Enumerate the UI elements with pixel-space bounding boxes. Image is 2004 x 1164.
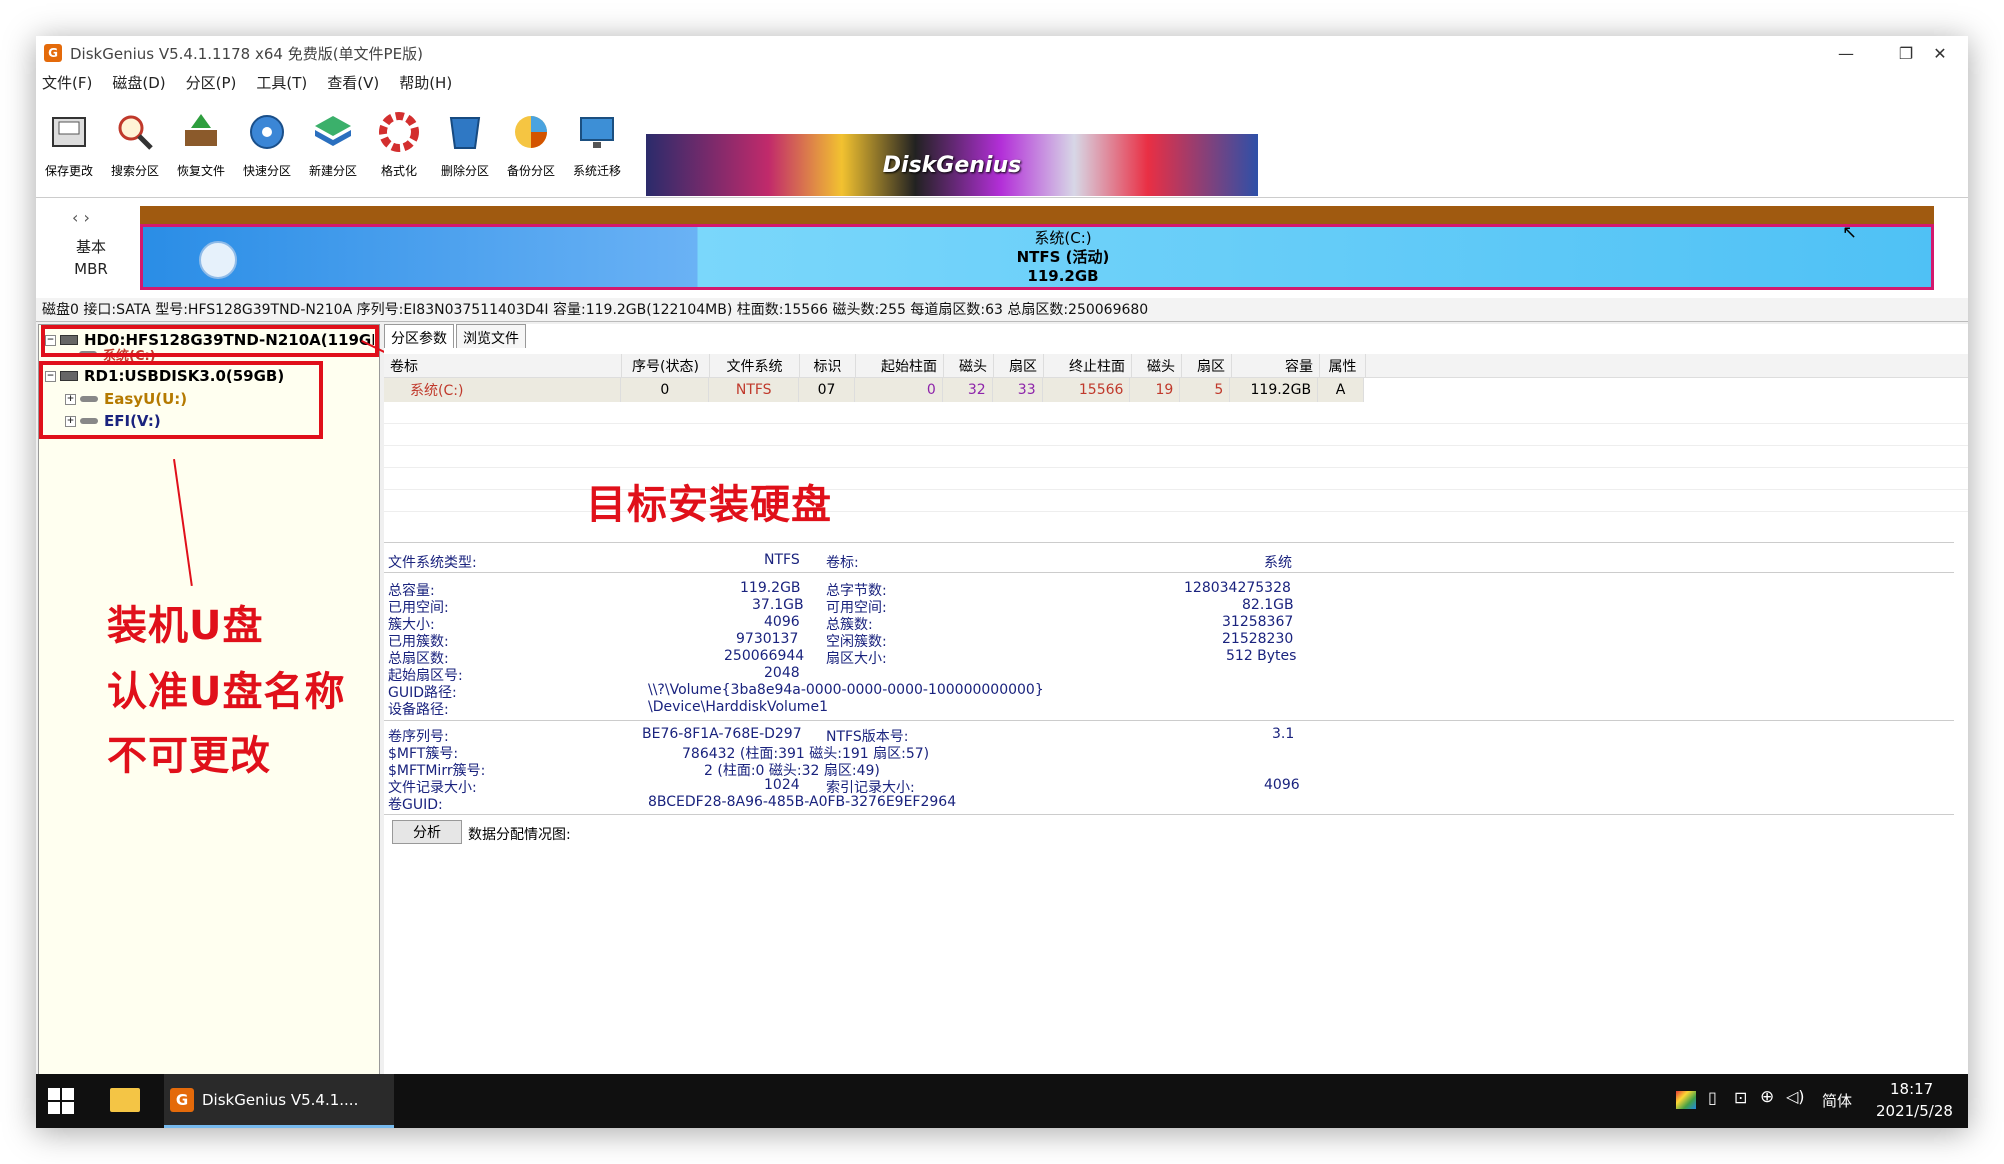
analyze-button[interactable]: 分析 xyxy=(392,820,462,844)
menu-bar: 文件(F) 磁盘(D) 分区(P) 工具(T) 查看(V) 帮助(H) xyxy=(36,70,1968,94)
disk-info-line: 磁盘0 接口:SATA 型号:HFS128G39TND-N210A 序列号:EI… xyxy=(36,298,1968,322)
empty-row xyxy=(384,424,1968,446)
file-explorer-icon[interactable] xyxy=(110,1088,140,1112)
taskbar: G DiskGenius V5.4.1.... ▯ ⊡ ⊕ ◁) 简体 18:1… xyxy=(36,1074,1968,1128)
col-volume-label[interactable]: 卷标 xyxy=(384,354,622,377)
recover-files-button[interactable]: 恢复文件 xyxy=(168,102,234,196)
col-index-status[interactable]: 序号(状态) xyxy=(622,354,710,377)
table-row[interactable]: 系统(C:) 0 NTFS 07 0 32 33 15566 19 5 119.… xyxy=(384,378,1364,402)
new-partition-button[interactable]: 新建分区 xyxy=(300,102,366,196)
delete-icon xyxy=(443,110,487,154)
highlight-box-hd0 xyxy=(41,325,379,357)
minimize-button[interactable]: — xyxy=(1816,36,1876,70)
ime-indicator[interactable]: 简体 xyxy=(1822,1090,1852,1111)
col-start-head[interactable]: 磁头 xyxy=(944,354,994,377)
annotation-line-usb xyxy=(173,459,193,586)
color-tray-icon[interactable] xyxy=(1676,1091,1696,1109)
app-logo-icon: G xyxy=(44,44,62,62)
menu-tools[interactable]: 工具(T) xyxy=(256,72,307,93)
menu-help[interactable]: 帮助(H) xyxy=(399,72,452,93)
title-bar: G DiskGenius V5.4.1.1178 x64 免费版(单文件PE版)… xyxy=(36,36,1968,70)
partition-block-c[interactable]: 系统(C:) NTFS (活动) 119.2GB xyxy=(140,224,1934,290)
tab-partition-params[interactable]: 分区参数 xyxy=(384,324,454,348)
col-id[interactable]: 标识 xyxy=(800,354,856,377)
annotation-target-disk: 目标安装硬盘 xyxy=(586,472,832,530)
disk-type: 基本 MBR xyxy=(56,236,126,280)
search-icon xyxy=(113,110,157,154)
annotation-usb-2: 认准U盘名称 xyxy=(107,659,345,717)
annotation-usb-1: 装机U盘 xyxy=(107,593,263,651)
menu-file[interactable]: 文件(F) xyxy=(42,72,92,93)
disk-map: ‹ › 基本 MBR 系统(C:) NTFS (活动) 119.2GB ↖ xyxy=(36,198,1968,298)
col-end-cylinder[interactable]: 终止柱面 xyxy=(1044,354,1132,377)
clock-date[interactable]: 2021/5/28 xyxy=(1876,1102,1953,1120)
search-partition-button[interactable]: 搜索分区 xyxy=(102,102,168,196)
partition-block-label: 系统(C:) NTFS (活动) 119.2GB xyxy=(803,229,1323,286)
close-button[interactable]: ✕ xyxy=(1910,36,1968,70)
col-start-sector[interactable]: 扇区 xyxy=(994,354,1044,377)
ad-banner[interactable]: DiskGenius xyxy=(646,134,1258,196)
save-icon xyxy=(47,110,91,154)
empty-row xyxy=(384,402,1968,424)
start-button[interactable] xyxy=(48,1088,74,1114)
volume-tray-icon[interactable]: ◁) xyxy=(1786,1087,1805,1106)
empty-row xyxy=(384,446,1968,468)
backup-partition-button[interactable]: 备份分区 xyxy=(498,102,564,196)
globe-tray-icon[interactable]: ⊕ xyxy=(1760,1087,1774,1107)
format-button[interactable]: 格式化 xyxy=(366,102,432,196)
menu-view[interactable]: 查看(V) xyxy=(327,72,379,93)
backup-icon xyxy=(509,110,553,154)
disk-tree: − HD0:HFS128G39TND-N210A(119GB) 系统(C:) −… xyxy=(38,324,380,1088)
save-changes-button[interactable]: 保存更改 xyxy=(36,102,102,196)
migrate-icon xyxy=(575,110,619,154)
window-title: DiskGenius V5.4.1.1178 x64 免费版(单文件PE版) xyxy=(70,43,423,64)
disk-bar xyxy=(140,206,1934,224)
recover-icon xyxy=(179,110,223,154)
usb-tray-icon[interactable]: ▯ xyxy=(1708,1088,1717,1107)
format-icon xyxy=(377,110,421,154)
col-attribute[interactable]: 属性 xyxy=(1320,354,1366,377)
col-start-cylinder[interactable]: 起始柱面 xyxy=(856,354,944,377)
col-filesystem[interactable]: 文件系统 xyxy=(710,354,800,377)
network-tray-icon[interactable]: ⊡ xyxy=(1734,1088,1747,1107)
quick-partition-icon xyxy=(245,110,289,154)
annotation-usb-3: 不可更改 xyxy=(107,723,271,781)
highlight-box-usb xyxy=(39,361,323,439)
menu-disk[interactable]: 磁盘(D) xyxy=(112,72,165,93)
tab-browse-files[interactable]: 浏览文件 xyxy=(456,324,526,348)
delete-partition-button[interactable]: 删除分区 xyxy=(432,102,498,196)
diskgenius-icon: G xyxy=(170,1088,194,1112)
app-window: G DiskGenius V5.4.1.1178 x64 免费版(单文件PE版)… xyxy=(36,36,1968,1128)
col-end-sector[interactable]: 扇区 xyxy=(1182,354,1232,377)
table-header: 卷标 序号(状态) 文件系统 标识 起始柱面 磁头 扇区 终止柱面 磁头 扇区 … xyxy=(384,354,1968,378)
toolbar: 保存更改 搜索分区 恢复文件 快速分区 新建分区 格式化 删除分区 备份分区 xyxy=(36,94,1968,198)
col-end-head[interactable]: 磁头 xyxy=(1132,354,1182,377)
new-partition-icon xyxy=(311,110,355,154)
taskbar-app-diskgenius[interactable]: G DiskGenius V5.4.1.... xyxy=(164,1074,394,1128)
system-migrate-button[interactable]: 系统迁移 xyxy=(564,102,630,196)
clock-time[interactable]: 18:17 xyxy=(1890,1080,1933,1098)
col-capacity[interactable]: 容量 xyxy=(1232,354,1320,377)
disk-nav-arrows-icon[interactable]: ‹ › xyxy=(72,208,90,227)
allocation-map-label: 数据分配情况图: xyxy=(468,824,571,844)
quick-partition-button[interactable]: 快速分区 xyxy=(234,102,300,196)
windows-logo-icon xyxy=(199,241,237,279)
menu-partition[interactable]: 分区(P) xyxy=(186,72,237,93)
tab-bar: 分区参数 浏览文件 xyxy=(384,324,528,348)
partition-panel: 分区参数 浏览文件 卷标 序号(状态) 文件系统 标识 起始柱面 磁头 扇区 终… xyxy=(384,324,1968,1088)
mouse-cursor-icon: ↖ xyxy=(1842,222,1857,243)
